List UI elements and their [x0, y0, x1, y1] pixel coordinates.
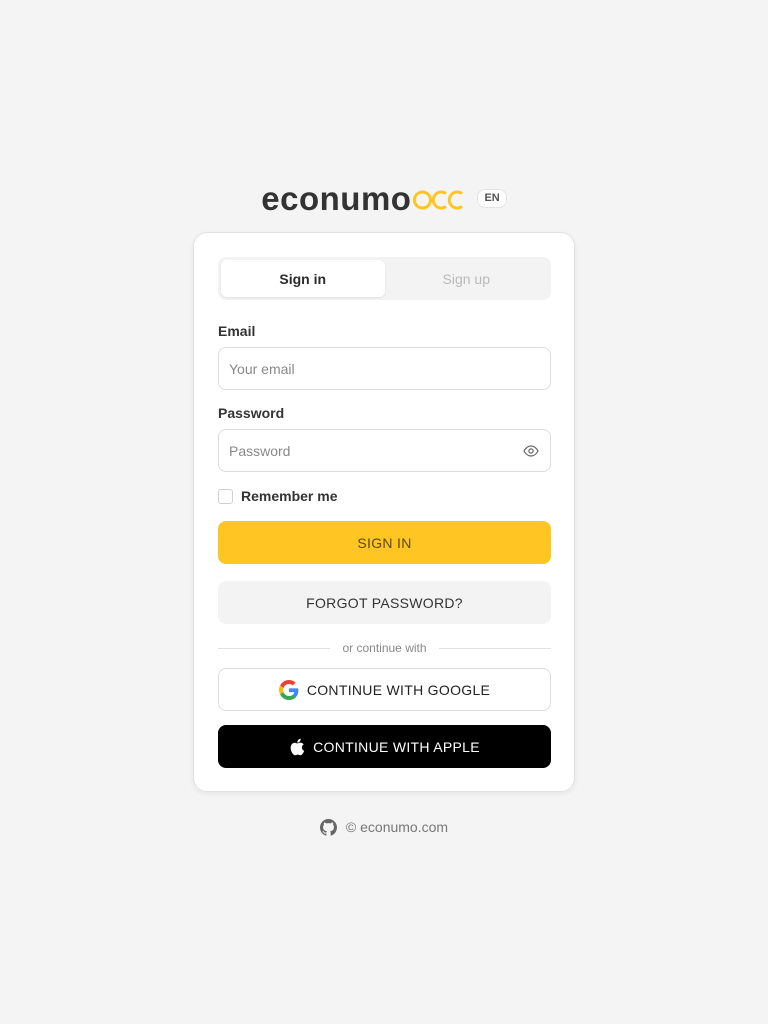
logo: econumo [261, 182, 465, 215]
email-label: Email [218, 323, 256, 339]
remember-me-checkbox[interactable] [218, 488, 233, 504]
footer-copyright[interactable]: © econumo.com [346, 819, 448, 835]
sign-in-button[interactable]: SIGN IN [218, 521, 551, 564]
apple-icon [290, 738, 305, 755]
google-sign-in-button[interactable]: CONTINUE WITH GOOGLE [218, 668, 551, 711]
email-field-wrapper [218, 347, 551, 390]
social-divider: or continue with [218, 639, 552, 657]
remember-me-label: Remember me [241, 488, 338, 504]
email-field[interactable] [219, 348, 550, 389]
forgot-password-button[interactable]: FORGOT PASSWORD? [218, 581, 551, 624]
tab-sign-in[interactable]: Sign in [221, 260, 385, 297]
auth-card: Sign in Sign up Email Password Remember … [193, 232, 575, 792]
auth-tabs: Sign in Sign up [218, 257, 551, 300]
password-field[interactable] [219, 430, 550, 471]
footer: © econumo.com [0, 816, 768, 838]
divider-text: or continue with [342, 641, 427, 655]
remember-me[interactable]: Remember me [218, 488, 338, 504]
divider-line-left [218, 647, 331, 649]
apple-button-label: CONTINUE WITH APPLE [313, 738, 480, 755]
logo-text: econumo [261, 179, 412, 217]
brand-header: econumo EN [0, 178, 768, 218]
eye-icon[interactable] [523, 443, 539, 459]
logo-rings-icon [413, 190, 464, 210]
password-label: Password [218, 405, 285, 421]
apple-sign-in-button[interactable]: CONTINUE WITH APPLE [218, 725, 551, 768]
google-icon [278, 679, 299, 700]
google-button-label: CONTINUE WITH GOOGLE [306, 681, 491, 698]
password-field-wrapper [218, 429, 551, 472]
divider-line-right [438, 647, 552, 649]
language-selector[interactable]: EN [477, 188, 507, 208]
tab-sign-up[interactable]: Sign up [385, 260, 549, 297]
github-icon[interactable] [319, 818, 337, 836]
